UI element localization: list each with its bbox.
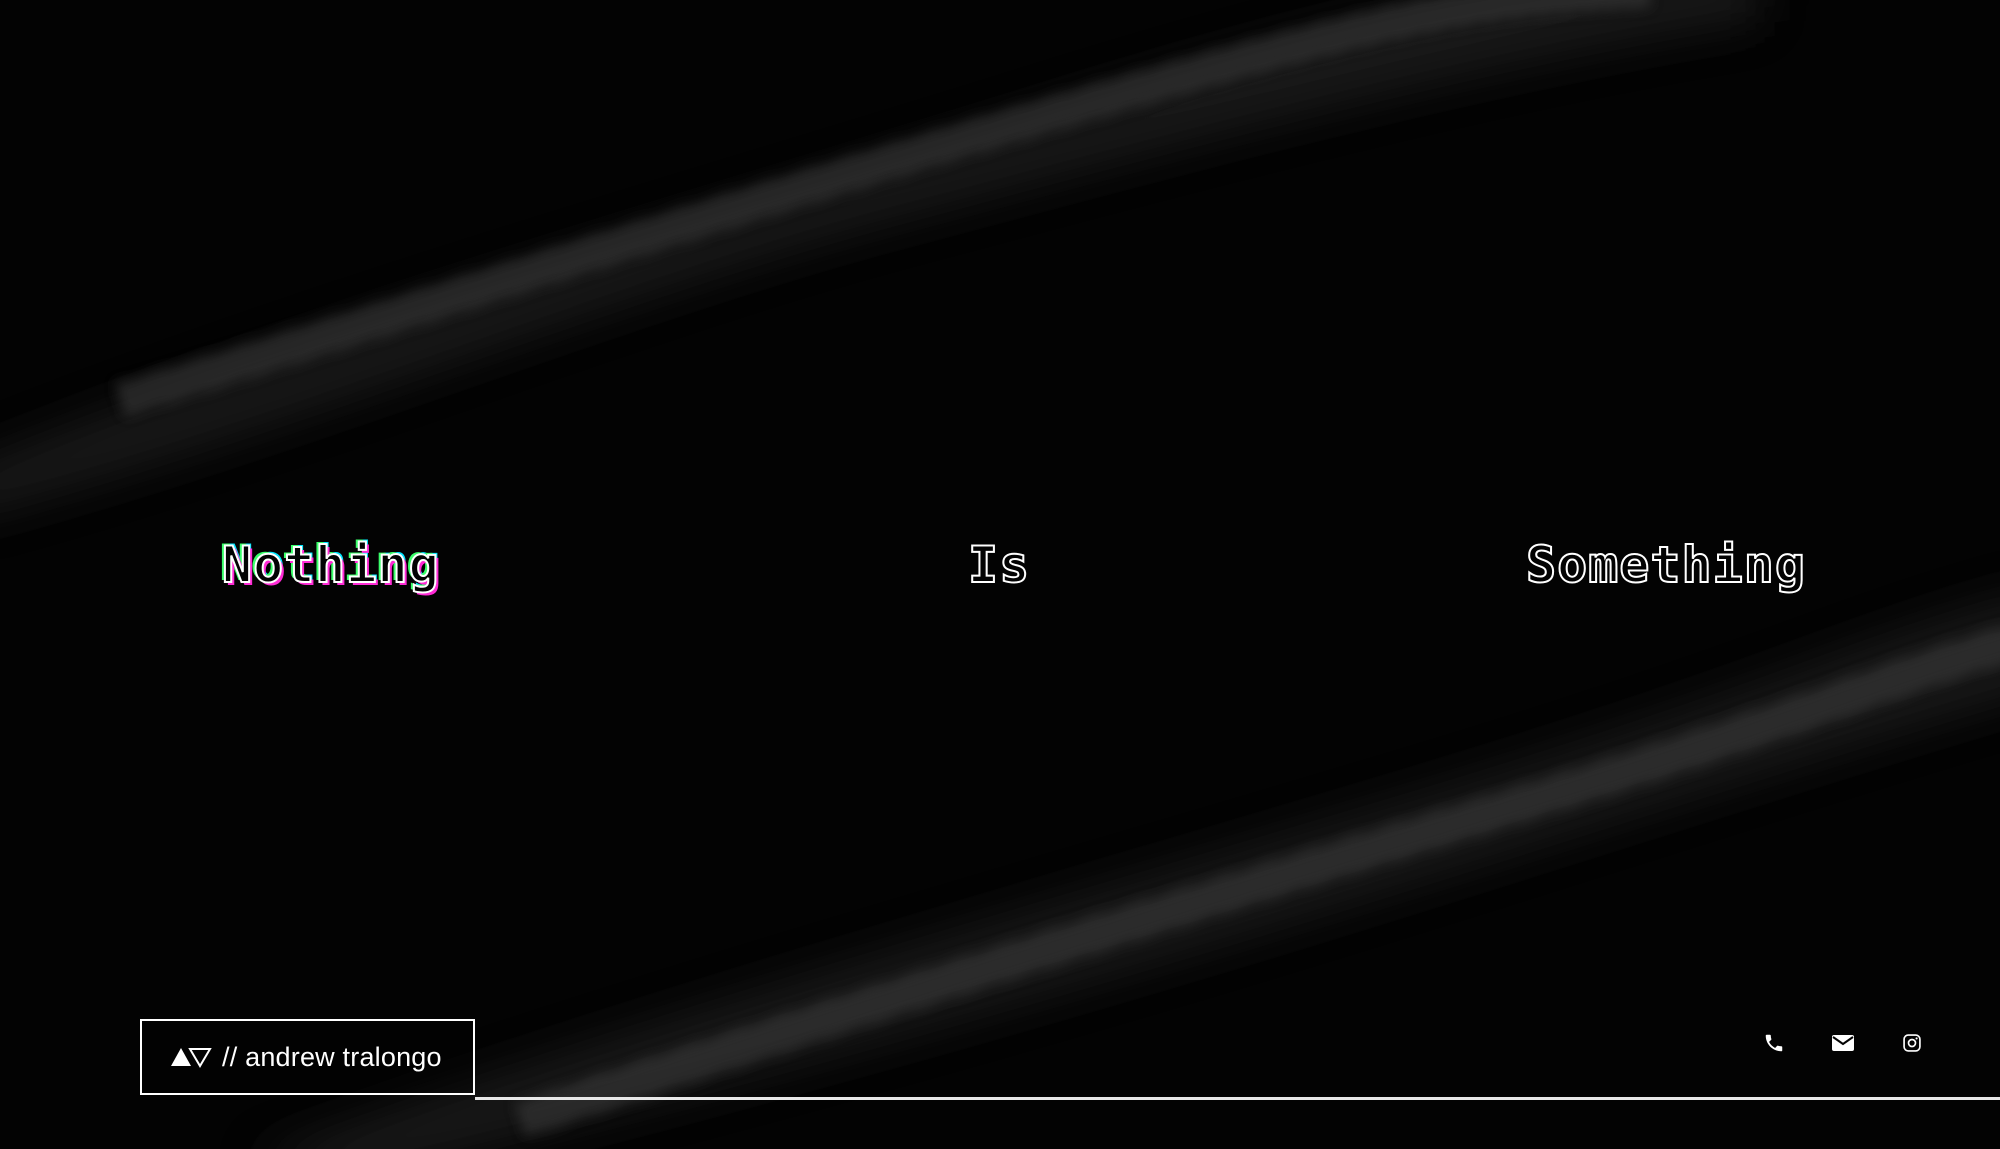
phone-icon[interactable] xyxy=(1759,1028,1789,1058)
headline-word-something: Something xyxy=(1525,535,1806,595)
instagram-icon[interactable] xyxy=(1897,1028,1927,1058)
headline-word-nothing: Nothing xyxy=(221,535,440,595)
footer-divider xyxy=(475,1097,2000,1100)
mail-icon[interactable] xyxy=(1828,1028,1858,1058)
headline-word-is: Is xyxy=(967,535,1031,595)
brand-name: // andrew tralongo xyxy=(222,1041,442,1072)
triangle-pair-logo-icon xyxy=(170,1046,212,1068)
home-brand-link[interactable]: // andrew tralongo xyxy=(140,1019,475,1095)
